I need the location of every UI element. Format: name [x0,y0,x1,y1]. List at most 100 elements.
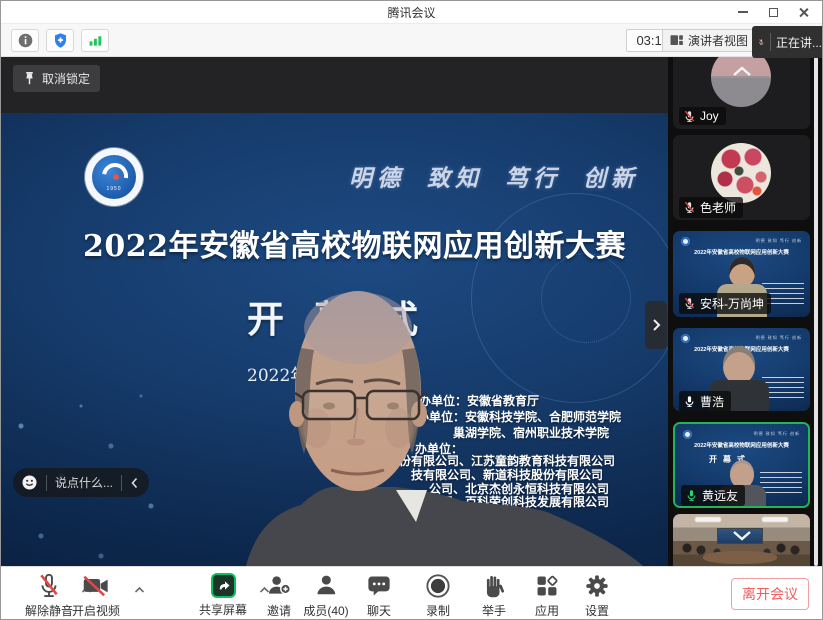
speaking-text: 正在讲... [776,34,822,51]
main-video[interactable]: 取消锁定 1950 明德 致知 笃行 创新 2022年安徽省高校物联网应用创新大… [1,57,668,566]
name-chip: Joy [679,107,726,125]
chevron-up-icon [731,65,753,77]
university-logo: 1950 [85,148,143,206]
slide-motto: 明德 致知 笃行 创新 [349,159,639,193]
participant-tile-wanshangkun[interactable]: 明德 致知 笃行 创新 2022年安徽省高校物联网应用创新大赛 安科-万尚坤 [673,231,810,317]
divider [46,475,47,491]
tencent-meeting-window: 腾讯会议 03:12 演讲者视图 [0,0,823,620]
view-mode-button[interactable]: 演讲者视图 [662,29,758,52]
settings-button[interactable]: 设置 [584,573,610,619]
quick-message-bar[interactable]: 说点什么... [13,468,149,497]
participant-tile-selaoshi[interactable]: 色老师 [673,135,810,220]
invite-person-icon [266,573,292,599]
close-button[interactable] [788,1,818,23]
mic-speaking-icon [685,489,698,502]
chevron-right-icon [651,318,661,332]
share-screen-button[interactable]: 共享屏幕 [199,573,247,618]
chevron-down-icon [731,530,753,542]
members-button[interactable]: 成员(40) [303,573,348,619]
chevron-left-icon[interactable] [130,477,139,489]
leave-meeting-button[interactable]: 离开会议 [731,578,809,610]
unmute-label: 解除静音 [25,602,73,619]
divider [121,475,122,491]
participant-tile-huangyuanyou-active[interactable]: 明德 致知 笃行 创新 2022年安徽省高校物联网应用创新大赛 开幕式 黄远友 [673,422,810,508]
camera-off-icon [82,573,110,599]
slide-title: 2022年安徽省高校物联网应用创新大赛 [83,221,653,265]
minimize-button[interactable] [728,1,758,23]
info-icon [17,32,34,49]
mic-muted-icon [37,573,61,599]
gear-icon [584,573,610,599]
members-label: 成员(40) [303,602,348,619]
layout-view-icon [669,33,684,48]
meeting-info-button[interactable] [11,29,39,52]
security-button[interactable] [46,29,74,52]
minimize-icon [738,11,748,13]
mic-muted-icon [758,35,765,49]
record-label: 录制 [426,602,450,619]
statusbar: 03:12 演讲者视图 [1,23,822,57]
sidebar-collapse-button[interactable] [645,301,667,349]
participant-name: 色老师 [700,199,736,216]
start-video-button[interactable]: 开启视频 [72,573,120,619]
window-title: 腾讯会议 [1,4,822,21]
apps-button[interactable]: 应用 [534,573,560,619]
avatar [711,143,771,203]
invite-label: 邀请 [267,602,291,619]
video-options-caret[interactable] [134,581,145,599]
mic-muted-icon [683,110,696,123]
scroll-down-button[interactable] [673,530,810,542]
chat-bubble-icon [366,573,392,599]
scroll-up-button[interactable] [673,65,810,77]
raise-hand-icon [482,573,506,599]
name-chip: 黄远友 [681,485,745,506]
security-shield-icon [52,32,69,49]
mic-muted-icon [683,297,696,310]
participant-name: 安科-万尚坤 [700,295,764,312]
maximize-button[interactable] [758,1,788,23]
name-chip: 色老师 [679,197,743,218]
bottom-toolbar: 解除静音 开启视频 共享屏幕 [1,566,822,620]
mic-on-icon [683,395,696,408]
chat-button[interactable]: 聊天 [366,573,392,619]
raise-hand-label: 举手 [482,602,506,619]
unmute-button[interactable]: 解除静音 [25,573,73,619]
mic-muted-icon [683,201,696,214]
raise-hand-button[interactable]: 举手 [482,573,506,619]
close-icon [798,7,809,18]
participant-tile-room[interactable] [673,514,810,566]
view-mode-label: 演讲者视图 [688,32,748,49]
titlebar: 腾讯会议 [1,1,822,23]
unpin-label: 取消锁定 [42,70,90,87]
participant-name: 曹浩 [700,393,724,410]
logo-year: 1950 [92,186,136,192]
invite-button[interactable]: 邀请 [266,573,292,619]
settings-label: 设置 [585,602,609,619]
name-chip: 曹浩 [679,391,731,411]
start-video-label: 开启视频 [72,602,120,619]
share-screen-icon [210,573,235,598]
apps-grid-icon [534,573,560,599]
maximize-icon [769,8,778,17]
speaking-indicator[interactable]: 正在讲... [752,26,822,58]
participant-name: Joy [700,109,719,123]
chat-label: 聊天 [367,602,391,619]
participant-tile-caohao[interactable]: 明德 致知 笃行 创新 2022年安徽省高校物联网应用创新大赛 曹浩 [673,328,810,411]
members-icon [313,573,339,599]
pin-icon [23,71,36,86]
network-signal-icon [87,32,104,49]
participants-sidebar: Joy 色老师 明德 致知 笃行 创新 2022年安徽省高校物联网应用创新大赛 [671,57,823,566]
unpin-button[interactable]: 取消锁定 [13,65,100,92]
emoji-icon[interactable] [21,474,38,491]
share-screen-label: 共享屏幕 [199,601,247,618]
speaker-person [231,286,651,566]
network-quality-button[interactable] [81,29,109,52]
stage: 取消锁定 1950 明德 致知 笃行 创新 2022年安徽省高校物联网应用创新大… [1,57,823,566]
sidebar-scrollbar[interactable] [814,57,818,566]
record-button[interactable]: 录制 [425,573,451,619]
participant-name: 黄远友 [702,487,738,504]
message-placeholder[interactable]: 说点什么... [55,474,113,491]
apps-label: 应用 [535,602,559,619]
participant-tile-joy[interactable]: Joy [673,57,810,129]
video-top-strip [1,57,668,113]
